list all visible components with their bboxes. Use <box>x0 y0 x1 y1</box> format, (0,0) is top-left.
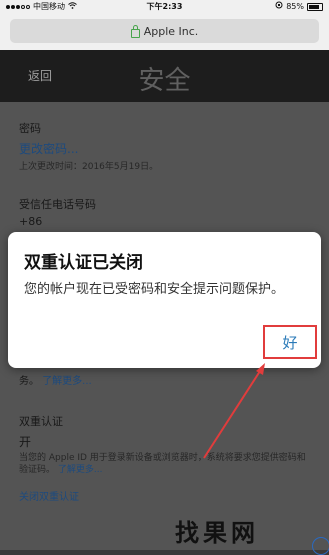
watermark-text: 找果网 <box>175 519 259 547</box>
annotation-arrow-icon <box>203 363 265 459</box>
watermark-logo-icon <box>312 537 329 555</box>
